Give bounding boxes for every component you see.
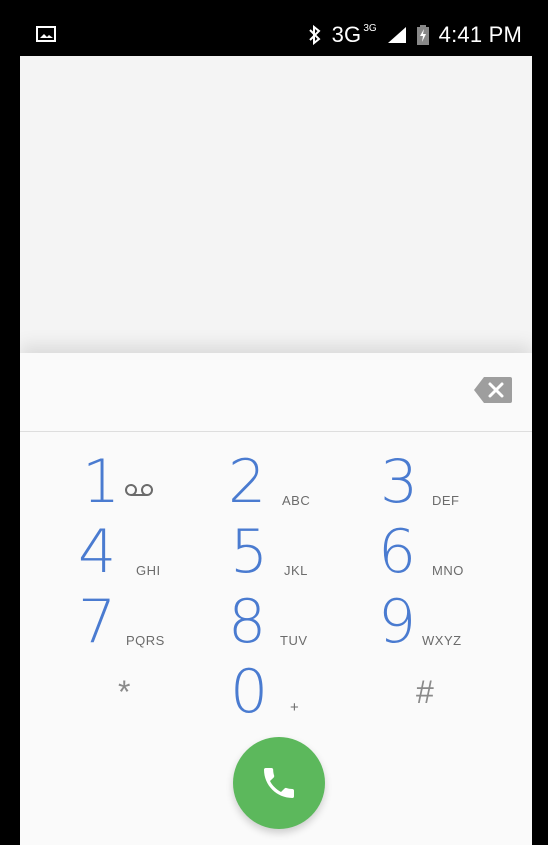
phone-icon xyxy=(264,768,294,798)
key-digit: 8 xyxy=(228,587,267,657)
bluetooth-icon xyxy=(308,24,322,46)
key-digit: # xyxy=(416,674,434,710)
key-7[interactable]: 7 PQRS xyxy=(78,589,228,655)
status-bar: 3G 3G 4:41 PM xyxy=(20,14,532,56)
network-indicator: 3G 3G xyxy=(332,22,377,48)
dialpad: 1 2 ABC 3 DEF 4 GHI 5 JKL 6 MNO 7 PQRS 8… xyxy=(20,353,532,845)
key-2[interactable]: 2 ABC xyxy=(228,449,378,515)
call-button[interactable] xyxy=(233,737,325,829)
key-letters: DEF xyxy=(432,493,460,508)
key-digit: 6 xyxy=(378,517,417,587)
key-5[interactable]: 5 JKL xyxy=(230,519,380,585)
key-letters: + xyxy=(290,699,300,716)
key-digit: 4 xyxy=(78,517,117,587)
key-digit: 5 xyxy=(230,517,269,587)
key-0[interactable]: 0 + xyxy=(230,659,380,725)
key-digit: 1 xyxy=(82,447,121,517)
backspace-icon xyxy=(474,377,512,403)
key-3[interactable]: 3 DEF xyxy=(380,449,530,515)
network-label: 3G xyxy=(331,22,362,47)
network-sup-label: 3G xyxy=(363,23,377,34)
phone-screen: 3G 3G 4:41 PM 1 2 ABC 3 DEF 4 GHI 5 JKL … xyxy=(20,14,532,845)
key-letters: WXYZ xyxy=(422,633,462,648)
signal-icon xyxy=(387,26,407,44)
key-letters: MNO xyxy=(432,563,464,578)
key-digit: 3 xyxy=(380,447,419,517)
key-digit: * xyxy=(118,674,131,710)
key-letters: JKL xyxy=(284,563,308,578)
status-right-group: 3G 3G 4:41 PM xyxy=(308,14,522,56)
dialed-number-field[interactable] xyxy=(20,353,532,431)
key-letters: GHI xyxy=(136,563,161,578)
key-digit: 0 xyxy=(230,657,269,727)
image-notification-icon xyxy=(36,26,56,42)
backspace-button[interactable] xyxy=(472,375,514,405)
key-6[interactable]: 6 MNO xyxy=(378,519,528,585)
battery-charging-icon xyxy=(416,25,429,45)
key-hash[interactable]: # xyxy=(416,659,532,725)
divider xyxy=(20,431,532,432)
status-time: 4:41 PM xyxy=(438,22,522,47)
key-letters: TUV xyxy=(280,633,308,648)
dialer-content-area xyxy=(20,56,532,353)
key-4[interactable]: 4 GHI xyxy=(78,519,228,585)
key-1[interactable]: 1 xyxy=(82,449,232,515)
voicemail-icon xyxy=(124,483,154,502)
key-letters: ABC xyxy=(282,493,311,508)
key-digit: 7 xyxy=(78,587,117,657)
key-digit: 2 xyxy=(228,447,267,517)
key-9[interactable]: 9 WXYZ xyxy=(378,589,528,655)
key-digit: 9 xyxy=(378,587,417,657)
key-letters: PQRS xyxy=(126,633,165,648)
key-8[interactable]: 8 TUV xyxy=(228,589,378,655)
device-frame: 3G 3G 4:41 PM 1 2 ABC 3 DEF 4 GHI 5 JKL … xyxy=(0,0,548,845)
